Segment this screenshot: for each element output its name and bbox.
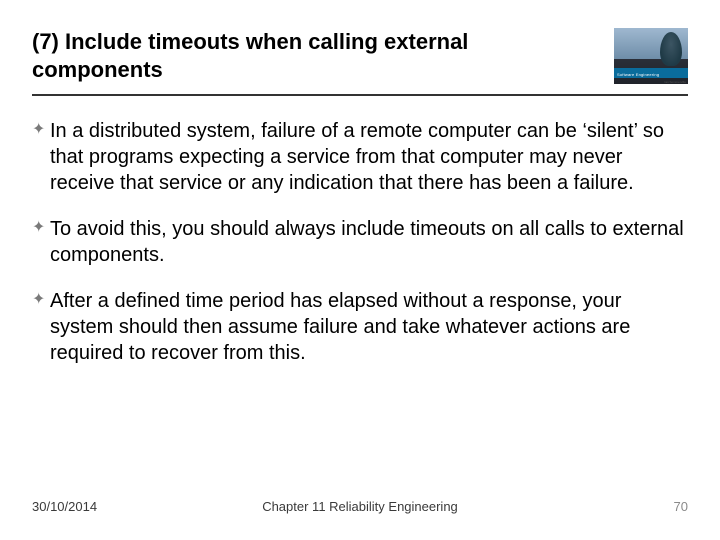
list-item: ✦ After a defined time period has elapse…	[32, 288, 684, 366]
slide-footer: 30/10/2014 Chapter 11 Reliability Engine…	[32, 499, 688, 514]
diamond-bullet-icon: ✦	[32, 288, 50, 312]
bullet-text: To avoid this, you should always include…	[50, 216, 684, 268]
diamond-bullet-icon: ✦	[32, 216, 50, 240]
slide-title: (7) Include timeouts when calling extern…	[32, 28, 614, 83]
cover-subtext: Ian Sommerville	[664, 80, 686, 84]
slide: (7) Include timeouts when calling extern…	[0, 0, 720, 540]
diamond-bullet-icon: ✦	[32, 118, 50, 142]
footer-chapter: Chapter 11 Reliability Engineering	[32, 499, 688, 514]
book-cover-thumbnail: Software Engineering Ian Sommerville	[614, 28, 688, 84]
cover-band-text: Software Engineering	[617, 72, 659, 77]
list-item: ✦ To avoid this, you should always inclu…	[32, 216, 684, 268]
bullet-text: In a distributed system, failure of a re…	[50, 118, 684, 196]
bullet-text: After a defined time period has elapsed …	[50, 288, 684, 366]
bullet-list: ✦ In a distributed system, failure of a …	[32, 118, 688, 366]
list-item: ✦ In a distributed system, failure of a …	[32, 118, 684, 196]
building-graphic	[660, 32, 682, 66]
slide-header: (7) Include timeouts when calling extern…	[32, 28, 688, 96]
